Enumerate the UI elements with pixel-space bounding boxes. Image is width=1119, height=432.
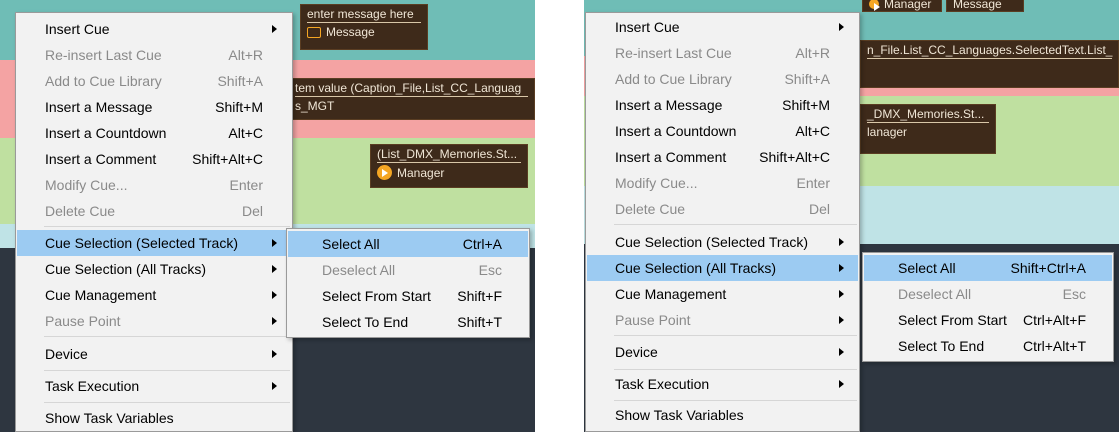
- menu-separator: [44, 370, 290, 371]
- cue-label: Manager: [397, 165, 445, 180]
- menu-item-insert-cue[interactable]: Insert Cue: [17, 16, 291, 42]
- cue-expression-text: n_File.List_CC_Languages.SelectedText.Li…: [867, 43, 1113, 59]
- cue-label: Message: [326, 25, 375, 39]
- manager-cue[interactable]: _DMX_Memories.St... lanager: [860, 104, 996, 154]
- chevron-right-icon: [839, 23, 844, 31]
- menu-separator: [614, 369, 857, 370]
- context-menu: Insert Cue Re-insert Last Cue Alt+R Add t…: [585, 12, 860, 432]
- menu-item-insert-cue[interactable]: Insert Cue: [587, 14, 858, 40]
- screenshot-right: Manager Message n_File.List_CC_Languages…: [584, 0, 1119, 432]
- chevron-right-icon: [272, 265, 277, 273]
- manager-cue[interactable]: Manager: [862, 0, 942, 12]
- chevron-right-icon: [272, 382, 277, 390]
- menu-item-device[interactable]: Device: [17, 341, 291, 367]
- chevron-right-icon: [839, 348, 844, 356]
- menu-item-insert-comment[interactable]: Insert a Comment Shift+Alt+C: [17, 146, 291, 172]
- menu-item-delete-cue[interactable]: Delete Cue Del: [17, 198, 291, 224]
- menu-item-task-execution[interactable]: Task Execution: [587, 371, 858, 397]
- chevron-right-icon: [839, 238, 844, 246]
- chevron-right-icon: [839, 264, 844, 272]
- submenu-item-deselect-all[interactable]: Deselect All Esc: [864, 281, 1112, 307]
- submenu-item-select-from-start[interactable]: Select From Start Ctrl+Alt+F: [864, 307, 1112, 333]
- menu-item-show-task-variables[interactable]: Show Task Variables: [17, 405, 291, 431]
- cue-label: s_MGT: [295, 99, 335, 113]
- menu-item-add-to-cue-library[interactable]: Add to Cue Library Shift+A: [17, 68, 291, 94]
- menu-item-modify-cue[interactable]: Modify Cue... Enter: [17, 172, 291, 198]
- menu-item-insert-comment[interactable]: Insert a Comment Shift+Alt+C: [587, 144, 858, 170]
- chevron-right-icon: [272, 25, 277, 33]
- menu-item-task-execution[interactable]: Task Execution: [17, 373, 291, 399]
- menu-item-cue-management[interactable]: Cue Management: [17, 282, 291, 308]
- submenu-item-select-all[interactable]: Select All Ctrl+A: [288, 231, 528, 257]
- manager-cue[interactable]: (List_DMX_Memories.St... Manager: [370, 144, 528, 188]
- submenu-item-select-all[interactable]: Select All Shift+Ctrl+A: [864, 255, 1112, 281]
- chevron-right-icon: [839, 316, 844, 324]
- play-icon: [869, 0, 880, 11]
- chevron-right-icon: [272, 291, 277, 299]
- menu-item-cue-management[interactable]: Cue Management: [587, 281, 858, 307]
- screenshot-left: enter message here Message tem value (Ca…: [0, 0, 535, 432]
- message-icon: [307, 26, 321, 38]
- menu-item-cue-selection-all-tracks[interactable]: Cue Selection (All Tracks): [587, 255, 858, 281]
- menu-separator: [44, 402, 290, 403]
- chevron-right-icon: [839, 380, 844, 388]
- submenu-cue-selection: Select All Shift+Ctrl+A Deselect All Esc S…: [862, 252, 1114, 362]
- context-menu: Insert Cue Re-insert Last Cue Alt+R Add t…: [15, 12, 293, 432]
- cue-label: Manager: [884, 0, 932, 11]
- menu-separator: [44, 336, 290, 337]
- menu-item-cue-selection-selected-track[interactable]: Cue Selection (Selected Track): [587, 229, 858, 255]
- menu-item-pause-point[interactable]: Pause Point: [17, 308, 291, 334]
- menu-item-add-to-cue-library[interactable]: Add to Cue Library Shift+A: [587, 66, 858, 92]
- cue-expression-text: tem value (Caption_File,List_CC_Languag: [295, 81, 528, 97]
- submenu-cue-selection: Select All Ctrl+A Deselect All Esc Select …: [286, 228, 530, 338]
- menu-item-pause-point[interactable]: Pause Point: [587, 307, 858, 333]
- cue-label: lanager: [867, 125, 908, 139]
- submenu-item-deselect-all[interactable]: Deselect All Esc: [288, 257, 528, 283]
- menu-item-insert-countdown[interactable]: Insert a Countdown Alt+C: [17, 120, 291, 146]
- cue-message-text: enter message here: [307, 7, 421, 23]
- cue-expression-text: (List_DMX_Memories.St...: [377, 147, 521, 163]
- menu-item-reinsert-last-cue[interactable]: Re-insert Last Cue Alt+R: [587, 40, 858, 66]
- message-cue[interactable]: Message: [946, 0, 1024, 12]
- play-icon: [377, 165, 392, 180]
- variable-cue[interactable]: n_File.List_CC_Languages.SelectedText.Li…: [860, 40, 1119, 88]
- menu-item-delete-cue[interactable]: Delete Cue Del: [587, 196, 858, 222]
- submenu-item-select-to-end[interactable]: Select To End Ctrl+Alt+T: [864, 333, 1112, 359]
- message-cue[interactable]: enter message here Message: [300, 4, 428, 50]
- chevron-right-icon: [272, 350, 277, 358]
- cue-label: Message: [953, 0, 1002, 11]
- menu-item-modify-cue[interactable]: Modify Cue... Enter: [587, 170, 858, 196]
- variable-cue[interactable]: tem value (Caption_File,List_CC_Languag …: [288, 78, 535, 120]
- menu-item-reinsert-last-cue[interactable]: Re-insert Last Cue Alt+R: [17, 42, 291, 68]
- menu-item-show-task-variables[interactable]: Show Task Variables: [587, 402, 858, 428]
- menu-separator: [614, 400, 857, 401]
- chevron-right-icon: [272, 317, 277, 325]
- menu-item-device[interactable]: Device: [587, 339, 858, 365]
- cue-expression-text: _DMX_Memories.St...: [867, 107, 989, 123]
- chevron-right-icon: [272, 239, 277, 247]
- menu-separator: [614, 335, 857, 336]
- menu-item-insert-message[interactable]: Insert a Message Shift+M: [587, 92, 858, 118]
- chevron-right-icon: [839, 290, 844, 298]
- submenu-item-select-to-end[interactable]: Select To End Shift+T: [288, 309, 528, 335]
- menu-item-insert-message[interactable]: Insert a Message Shift+M: [17, 94, 291, 120]
- menu-item-cue-selection-selected-track[interactable]: Cue Selection (Selected Track): [17, 230, 291, 256]
- menu-separator: [44, 226, 290, 227]
- menu-item-insert-countdown[interactable]: Insert a Countdown Alt+C: [587, 118, 858, 144]
- submenu-item-select-from-start[interactable]: Select From Start Shift+F: [288, 283, 528, 309]
- menu-item-cue-selection-all-tracks[interactable]: Cue Selection (All Tracks): [17, 256, 291, 282]
- menu-separator: [614, 224, 857, 225]
